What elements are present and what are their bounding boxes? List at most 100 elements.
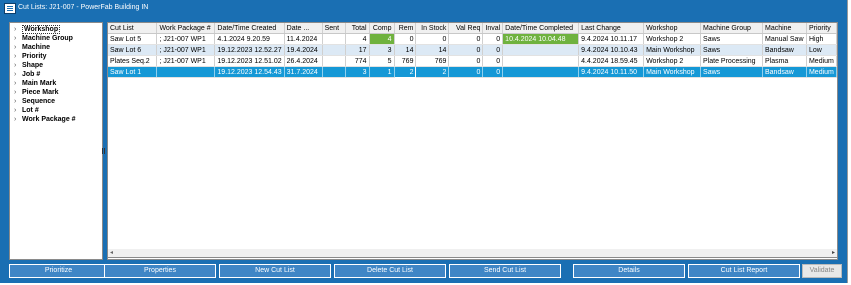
cell-priority[interactable]: Low	[806, 44, 837, 56]
cell-date-created[interactable]: 19.12.2023 12.52.27	[214, 44, 285, 56]
col-header-date-completed[interactable]: Date/Time Completed	[502, 23, 580, 34]
cell-in-stock[interactable]: 2	[415, 66, 450, 78]
cell-workshop[interactable]: Workshop 2	[643, 33, 702, 45]
col-header-inval[interactable]: Inval	[482, 23, 504, 34]
table-row[interactable]: Plates Seq.2 ; J21-007 WP1 19.12.2023 12…	[108, 55, 837, 67]
cell-workshop[interactable]: Workshop 2	[643, 55, 702, 67]
scroll-left-icon[interactable]: ◂	[110, 249, 113, 256]
cell-total[interactable]: 17	[345, 44, 370, 56]
table-row[interactable]: Saw Lot 6 ; J21-007 WP1 19.12.2023 12.52…	[108, 44, 837, 56]
cell-work-package[interactable]: ; J21-007 WP1	[156, 44, 216, 56]
cell-rem[interactable]: 0	[394, 33, 417, 45]
cell-machine-group[interactable]: Saws	[700, 66, 763, 78]
cell-inval[interactable]: 0	[482, 55, 504, 67]
cell-comp[interactable]: 1	[369, 66, 395, 78]
horizontal-scrollbar[interactable]: ◂ ▸	[107, 249, 838, 258]
cell-date-due[interactable]: 26.4.2024	[284, 55, 323, 67]
cell-machine[interactable]: Manual Saw	[762, 33, 807, 45]
cell-work-package[interactable]	[156, 66, 216, 78]
cell-sent[interactable]	[322, 33, 346, 45]
prioritize-button[interactable]: Prioritize	[9, 264, 108, 278]
cell-date-completed[interactable]	[502, 66, 580, 78]
cell-comp[interactable]: 4	[369, 33, 395, 45]
panel-splitter[interactable]	[102, 22, 106, 258]
new-cut-list-button[interactable]: New Cut List	[219, 264, 331, 278]
tree-item-work-package[interactable]: › Work Package #	[14, 116, 76, 125]
col-header-sent[interactable]: Sent	[322, 23, 346, 34]
col-header-machine[interactable]: Machine	[762, 23, 807, 34]
cell-work-package[interactable]: ; J21-007 WP1	[156, 55, 216, 67]
title-bar[interactable]: Cut Lists: J21-007 - PowerFab Building I…	[0, 0, 847, 17]
col-header-comp[interactable]: Comp	[369, 23, 395, 34]
cell-cut-list[interactable]: Plates Seq.2	[108, 55, 158, 67]
cell-inval[interactable]: 0	[482, 66, 504, 78]
cell-val-req[interactable]: 0	[448, 66, 484, 78]
cell-date-completed[interactable]	[502, 55, 580, 67]
cell-inval[interactable]: 0	[482, 33, 504, 45]
tree-item-piece-mark[interactable]: › Piece Mark	[14, 89, 59, 98]
cell-sent[interactable]	[322, 44, 346, 56]
col-header-date-created[interactable]: Date/Time Created	[214, 23, 285, 34]
cell-in-stock[interactable]: 14	[415, 44, 450, 56]
col-header-val-req[interactable]: Val Req	[448, 23, 484, 34]
cell-rem[interactable]: 14	[394, 44, 417, 56]
details-button[interactable]: Details	[573, 264, 685, 278]
col-header-workshop[interactable]: Workshop	[643, 23, 702, 34]
cell-work-package[interactable]: ; J21-007 WP1	[156, 33, 216, 45]
cell-sent[interactable]	[322, 55, 346, 67]
cell-date-due[interactable]: 11.4.2024	[284, 33, 323, 45]
cell-val-req[interactable]: 0	[448, 55, 484, 67]
cell-date-created[interactable]: 19.12.2023 12.54.43	[214, 66, 285, 78]
cell-priority[interactable]: Medium	[806, 66, 837, 78]
cell-cut-list[interactable]: Saw Lot 1	[108, 66, 158, 78]
cell-last-change[interactable]: 9.4.2024 10.11.17	[578, 33, 645, 45]
cell-priority[interactable]: Medium	[806, 55, 837, 67]
scroll-right-icon[interactable]: ▸	[832, 249, 835, 256]
tree-item-sequence[interactable]: › Sequence	[14, 98, 55, 107]
cut-list-report-button[interactable]: Cut List Report	[688, 264, 800, 278]
tree-item-shape[interactable]: › Shape	[14, 62, 43, 71]
cell-val-req[interactable]: 0	[448, 33, 484, 45]
col-header-cut-list[interactable]: Cut List	[108, 23, 158, 34]
col-header-last-change[interactable]: Last Change	[578, 23, 645, 34]
tree-item-job[interactable]: › Job #	[14, 71, 40, 80]
cell-val-req[interactable]: 0	[448, 44, 484, 56]
col-header-priority[interactable]: Priority	[806, 23, 837, 34]
table-row-selected[interactable]: Saw Lot 1 19.12.2023 12.54.43 31.7.2024 …	[108, 66, 837, 78]
cell-priority[interactable]: High	[806, 33, 837, 45]
col-header-date-due[interactable]: Date ...	[284, 23, 323, 34]
properties-button[interactable]: Properties	[104, 264, 216, 278]
col-header-work-package[interactable]: Work Package #	[156, 23, 216, 34]
cell-rem[interactable]: 769	[394, 55, 417, 67]
col-header-rem[interactable]: Rem	[394, 23, 417, 34]
cell-cut-list[interactable]: Saw Lot 6	[108, 44, 158, 56]
cell-inval[interactable]: 0	[482, 44, 504, 56]
cell-last-change[interactable]: 4.4.2024 18.59.45	[578, 55, 645, 67]
tree-item-priority[interactable]: › Priority	[14, 53, 47, 62]
table-row[interactable]: Saw Lot 5 ; J21-007 WP1 4.1.2024 9.20.59…	[108, 33, 837, 45]
validate-button[interactable]: Validate	[802, 264, 842, 278]
tree-item-main-mark[interactable]: › Main Mark	[14, 80, 56, 89]
cell-date-due[interactable]: 19.4.2024	[284, 44, 323, 56]
col-header-machine-group[interactable]: Machine Group	[700, 23, 763, 34]
cell-machine-group[interactable]: Saws	[700, 33, 763, 45]
cell-total[interactable]: 774	[345, 55, 370, 67]
tree-item-workshop[interactable]: › Workshop	[14, 25, 61, 35]
col-header-in-stock[interactable]: In Stock	[415, 23, 450, 34]
cell-machine-group[interactable]: Saws	[700, 44, 763, 56]
cell-sent[interactable]	[322, 66, 346, 78]
cell-total[interactable]: 4	[345, 33, 370, 45]
delete-cut-list-button[interactable]: Delete Cut List	[334, 264, 446, 278]
cell-date-due[interactable]: 31.7.2024	[284, 66, 323, 78]
cell-machine[interactable]: Bandsaw	[762, 66, 807, 78]
col-header-total[interactable]: Total	[345, 23, 370, 34]
cell-machine-group[interactable]: Plate Processing	[700, 55, 763, 67]
send-cut-list-button[interactable]: Send Cut List	[449, 264, 561, 278]
tree-item-lot[interactable]: › Lot #	[14, 107, 39, 116]
cell-rem[interactable]: 2	[393, 66, 417, 78]
tree-item-machine[interactable]: › Machine	[14, 44, 50, 53]
cell-workshop[interactable]: Main Workshop	[643, 66, 702, 78]
cell-workshop[interactable]: Main Workshop	[643, 44, 702, 56]
cell-comp[interactable]: 5	[369, 55, 395, 67]
cell-in-stock[interactable]: 769	[415, 55, 450, 67]
